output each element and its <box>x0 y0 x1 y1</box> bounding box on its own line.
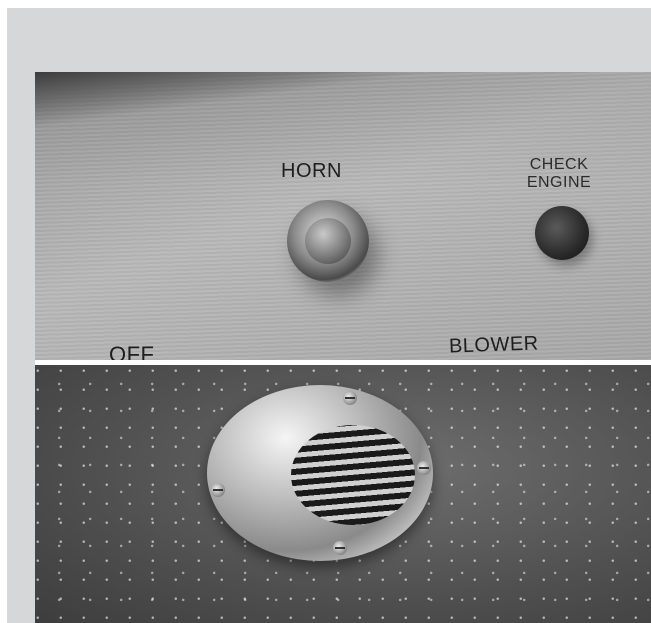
check-engine-label-line2: ENGINE <box>526 174 592 191</box>
horn-button <box>287 200 369 282</box>
blower-label: BLOWER <box>448 332 540 358</box>
screw-icon <box>417 461 431 475</box>
hull-vent-photo <box>35 365 651 623</box>
horn-button-cap <box>305 218 351 264</box>
screw-icon <box>333 541 347 555</box>
check-engine-lamp <box>535 206 589 260</box>
screw-icon <box>343 391 357 405</box>
check-engine-label: CHECK ENGINE <box>519 156 599 192</box>
off-label: OFF <box>109 342 155 360</box>
check-engine-label-line1: CHECK <box>529 156 589 173</box>
vent-cover <box>207 385 433 561</box>
dashboard-panel-photo: HORN CHECK ENGINE OFF BLOWER <box>35 72 651 360</box>
horn-label: HORN <box>281 160 342 182</box>
photo-collage: HORN CHECK ENGINE OFF BLOWER <box>35 72 651 623</box>
screw-icon <box>211 483 225 497</box>
vent-grille <box>291 425 415 525</box>
